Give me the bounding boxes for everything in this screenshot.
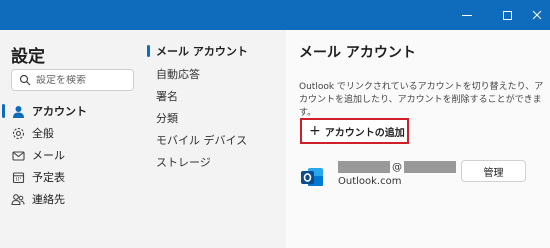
maximize-button[interactable] bbox=[490, 0, 524, 30]
active-indicator bbox=[147, 45, 150, 57]
maximize-icon bbox=[502, 10, 512, 20]
sidebar-item-label: アカウント bbox=[32, 105, 87, 118]
settings-search[interactable] bbox=[11, 69, 134, 91]
title-bar bbox=[0, 0, 550, 30]
settings-sidebar: 設定 アカウント 全般 メール 予定表 連絡先 bbox=[0, 30, 150, 248]
redacted-domain bbox=[404, 161, 456, 173]
account-email: @ bbox=[338, 160, 456, 174]
sidebar-item-general[interactable]: 全般 bbox=[0, 122, 145, 144]
minimize-icon bbox=[462, 14, 472, 16]
sidebar-item-label: 予定表 bbox=[32, 171, 65, 184]
settings-title: 設定 bbox=[11, 47, 45, 67]
description-text: Outlook でリンクされているアカウントを切り替えたり、アカウントを追加した… bbox=[299, 82, 544, 118]
sidebar-item-contacts[interactable]: 連絡先 bbox=[0, 188, 145, 210]
subnav-item-mobile-devices[interactable]: モバイル デバイス bbox=[145, 130, 280, 150]
sidebar-item-label: 連絡先 bbox=[32, 193, 65, 206]
close-icon bbox=[532, 10, 542, 20]
sidebar-item-label: 全般 bbox=[32, 127, 54, 140]
subnav-item-storage[interactable]: ストレージ bbox=[145, 152, 280, 172]
subnav-item-mail-accounts[interactable]: メール アカウント bbox=[145, 41, 280, 61]
subnav-item-label: メール アカウント bbox=[156, 45, 248, 58]
account-entry: @ Outlook.com 管理 bbox=[300, 160, 540, 192]
subnav-item-signature[interactable]: 署名 bbox=[145, 86, 280, 106]
minimize-button[interactable] bbox=[450, 0, 484, 30]
outlook-logo-icon bbox=[301, 168, 323, 186]
settings-search-input[interactable] bbox=[36, 74, 131, 86]
contacts-icon bbox=[11, 192, 25, 206]
search-icon bbox=[19, 74, 31, 86]
subnav-item-categories[interactable]: 分類 bbox=[145, 108, 280, 128]
subnav-item-label: ストレージ bbox=[156, 156, 211, 169]
active-indicator bbox=[2, 104, 5, 118]
subnav-item-label: 署名 bbox=[156, 90, 178, 103]
add-account-button[interactable]: + アカウントの追加 bbox=[300, 118, 409, 144]
page-title: メール アカウント bbox=[299, 45, 416, 61]
account-type: Outlook.com bbox=[338, 176, 402, 187]
subnav-item-label: モバイル デバイス bbox=[156, 134, 248, 147]
account-subnav: メール アカウント 自動応答 署名 分類 モバイル デバイス ストレージ bbox=[145, 30, 285, 248]
close-button[interactable] bbox=[520, 0, 550, 30]
subnav-item-label: 分類 bbox=[156, 112, 178, 125]
at-sign: @ bbox=[392, 161, 402, 173]
add-account-label: アカウントの追加 bbox=[324, 127, 405, 139]
subnav-item-label: 自動応答 bbox=[156, 68, 200, 81]
calendar-icon bbox=[11, 170, 25, 184]
gear-icon bbox=[11, 126, 25, 140]
sidebar-item-calendar[interactable]: 予定表 bbox=[0, 166, 145, 188]
subnav-item-auto-reply[interactable]: 自動応答 bbox=[145, 64, 280, 84]
manage-button[interactable]: 管理 bbox=[461, 160, 526, 182]
sidebar-item-account[interactable]: アカウント bbox=[0, 100, 145, 122]
redacted-username bbox=[338, 161, 390, 173]
plus-icon: + bbox=[309, 123, 321, 139]
person-icon bbox=[11, 104, 25, 118]
sidebar-item-label: メール bbox=[32, 149, 65, 162]
mail-icon bbox=[11, 148, 25, 162]
sidebar-item-mail[interactable]: メール bbox=[0, 144, 145, 166]
mail-accounts-panel: メール アカウント Outlook でリンクされているアカウントを切り替えたり、… bbox=[286, 30, 550, 248]
